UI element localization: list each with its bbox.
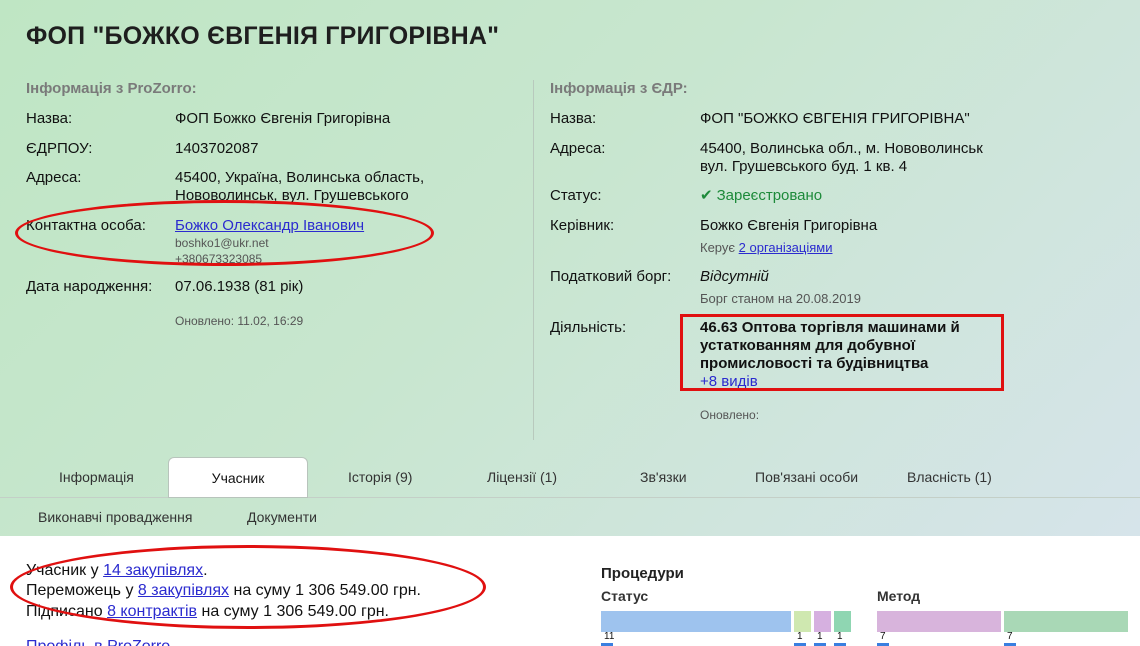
edr-address-label: Адреса: [550,140,606,157]
tab-participant[interactable]: Учасник [168,457,308,498]
edr-manages-line: Керує 2 організаціями [700,240,832,256]
edr-address-line1: 45400, Волинська обл., м. Нововолинськ [700,140,983,157]
prozorro-address-label: Адреса: [26,169,82,186]
prozorro-edrpou-label: ЄДРПОУ: [26,140,93,157]
tab-documents[interactable]: Документи [247,509,317,525]
status-bar-value: 1 [837,631,843,642]
edr-tax-note: Борг станом на 20.08.2019 [700,291,861,306]
edr-updated: Оновлено: [700,408,760,422]
tab-information[interactable]: Інформація [59,469,134,485]
edr-status-value: ✔ Зареєстровано [700,187,822,205]
status-bar-value: 1 [817,631,823,642]
edr-manager-value: Божко Євгенія Григорівна [700,217,878,234]
status-chart-label: Статус [601,588,649,604]
prozorro-name-value: ФОП Божко Євгенія Григорівна [175,110,391,127]
status-bar-value: 11 [604,631,615,642]
tab-history[interactable]: Історія (9) [348,469,412,485]
column-divider [533,80,534,440]
method-bar-value: 7 [880,631,886,642]
prozorro-birth-value: 07.06.1938 (81 рік) [175,278,304,295]
status-bar-segment[interactable] [601,611,791,632]
edr-tax-value: Відсутній [700,268,769,285]
summary-highlight-ellipse [10,545,486,629]
edr-address-line2: вул. Грушевського буд. 1 кв. 4 [700,158,908,175]
manages-organizations-link[interactable]: 2 організаціями [739,240,833,255]
tab-property[interactable]: Власність (1) [907,469,992,485]
prozorro-heading: Інформація з ProZorro: [26,80,197,97]
contact-highlight-ellipse [15,200,434,266]
edr-name-value: ФОП "БОЖКО ЄВГЕНІЯ ГРИГОРІВНА" [700,110,970,127]
status-bar-segment[interactable] [834,611,851,632]
prozorro-birth-label: Дата народження: [26,278,153,295]
edr-heading: Інформація з ЄДР: [550,80,688,97]
edr-tax-label: Податковий борг: [550,268,672,285]
status-bar-segment[interactable] [794,611,811,632]
edr-status-label: Статус: [550,187,602,204]
tabs-row-2: Виконавчі провадження Документи [0,498,1140,538]
prozorro-edrpou-value: 1403702087 [175,140,259,157]
check-icon: ✔ [700,187,713,204]
edr-manager-label: Керівник: [550,217,615,234]
page-title: ФОП "БОЖКО ЄВГЕНІЯ ГРИГОРІВНА" [26,22,500,50]
edr-name-label: Назва: [550,110,597,127]
method-bar-value: 7 [1007,631,1013,642]
method-bar-segment[interactable] [1004,611,1128,632]
activity-highlight-box [680,314,1004,391]
method-chart-label: Метод [877,588,921,604]
prozorro-address-line1: 45400, Україна, Волинська область, [175,169,425,186]
prozorro-updated: Оновлено: 11.02, 16:29 [175,314,304,328]
status-bar-segment[interactable] [814,611,831,632]
edr-status-text: Зареєстровано [716,187,823,204]
tab-connections[interactable]: Зв'язки [640,469,687,485]
edr-manages-prefix: Керує [700,240,736,255]
tab-enforcement[interactable]: Виконавчі провадження [38,509,192,525]
method-bar-segment[interactable] [877,611,1001,632]
procedures-title: Процедури [601,565,684,582]
status-bar-value: 1 [797,631,803,642]
prozorro-profile-link[interactable]: Профіль в ProZorro [26,638,170,646]
prozorro-name-label: Назва: [26,110,73,127]
tab-related-persons[interactable]: Пов'язані особи [755,469,858,485]
edr-activity-label: Діяльність: [550,319,627,336]
tab-licenses[interactable]: Ліцензії (1) [487,469,557,485]
